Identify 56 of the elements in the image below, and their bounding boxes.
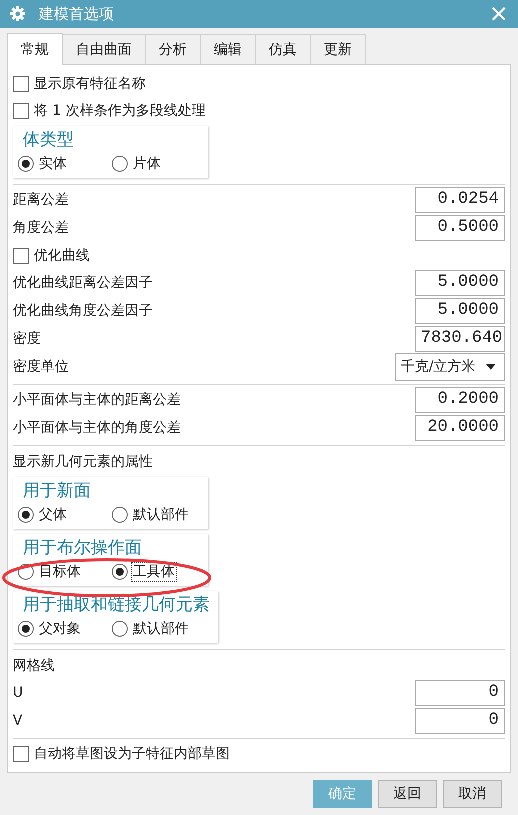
radio-label: 默认部件 [132, 506, 190, 525]
checkbox-label: 将 1 次样条作为多段线处理 [34, 102, 206, 120]
radio-label: 目标体 [38, 563, 82, 582]
caret-icon [486, 364, 496, 370]
radio-button[interactable] [18, 156, 34, 172]
section-label: 网格线 [13, 657, 55, 676]
input-field[interactable]: 0 [415, 680, 505, 706]
radio-button[interactable] [112, 621, 128, 637]
radio-label: 实体 [38, 155, 68, 174]
field-label: 小平面体与主体的角度公差 [13, 419, 181, 437]
input-field[interactable]: 5.0000 [415, 298, 505, 324]
field-label: 密度单位 [13, 358, 69, 376]
dialog-button[interactable]: 取消 [443, 780, 502, 808]
group-title: 用于布尔操作面 [22, 537, 143, 560]
radio-button[interactable] [18, 621, 34, 637]
radio-label: 默认部件 [132, 620, 190, 639]
radio-button[interactable] [112, 156, 128, 172]
radio-button[interactable] [112, 507, 128, 523]
input-field[interactable]: 7830.640 [415, 326, 505, 352]
group-title: 体类型 [22, 129, 75, 152]
input-field[interactable]: 0.2000 [415, 387, 505, 413]
checkbox[interactable] [13, 746, 29, 762]
window-title: 建模首选项 [39, 4, 115, 24]
field-label: V [13, 713, 23, 729]
group-title: 用于抽取和链接几何元素 [22, 594, 210, 617]
radio-label: 父体 [38, 506, 68, 525]
radio-label: 父对象 [38, 620, 82, 639]
input-field[interactable]: 20.0000 [415, 415, 505, 441]
section-label: 显示新几何元素的属性 [13, 453, 153, 472]
checkbox-label: 显示原有特征名称 [34, 74, 146, 92]
dialog-button[interactable]: 返回 [378, 780, 437, 808]
field-label: 优化曲线距离公差因子 [13, 274, 153, 292]
radio-label: 片体 [132, 155, 162, 174]
field-label: 小平面体与主体的距离公差 [13, 391, 181, 409]
group-title: 用于新面 [22, 480, 92, 503]
checkbox[interactable] [13, 102, 29, 118]
radio-button[interactable] [18, 507, 34, 523]
input-field[interactable]: 0.0254 [415, 187, 505, 213]
input-field[interactable]: 5.0000 [415, 270, 505, 296]
checkbox[interactable] [13, 76, 29, 92]
checkbox[interactable] [13, 248, 29, 264]
field-label: 优化曲线角度公差因子 [13, 302, 153, 320]
dropdown[interactable]: 千克/立方米 [395, 353, 505, 381]
input-field[interactable]: 0.5000 [415, 215, 505, 241]
checkbox-label: 优化曲线 [34, 246, 90, 264]
field-label: 角度公差 [13, 219, 69, 237]
input-field[interactable]: 0 [415, 708, 505, 734]
radio-label: 工具体 [131, 562, 177, 582]
radio-button[interactable] [112, 564, 128, 580]
tab[interactable]: 常规 [7, 33, 63, 65]
tab[interactable]: 更新 [310, 34, 366, 64]
field-label: 距离公差 [13, 191, 69, 209]
field-label: 密度 [13, 330, 41, 348]
checkbox-label: 自动将草图设为子特征内部草图 [34, 744, 230, 762]
settings-icon [10, 6, 26, 22]
field-label: U [13, 685, 24, 701]
